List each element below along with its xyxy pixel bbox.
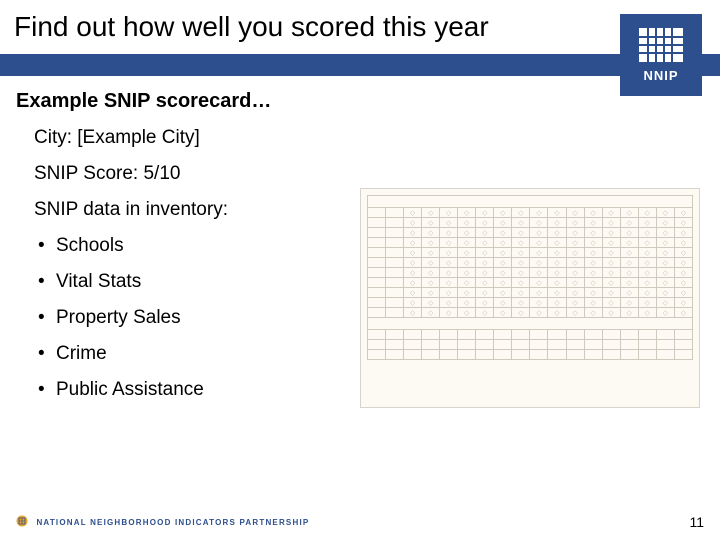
slide-header: Find out how well you scored this year N…	[0, 0, 720, 76]
subheading: Example SNIP scorecard…	[16, 90, 704, 113]
footer-brand-wrap: NATIONAL NEIGHBORHOOD INDICATORS PARTNER…	[16, 512, 309, 530]
footer-brand-text: NATIONAL NEIGHBORHOOD INDICATORS PARTNER…	[36, 518, 309, 527]
slide-title: Find out how well you scored this year	[0, 0, 720, 54]
page-number: 11	[689, 514, 704, 530]
slide-footer: NATIONAL NEIGHBORHOOD INDICATORS PARTNER…	[16, 512, 704, 530]
scorecard-image	[360, 188, 700, 408]
header-rule	[0, 54, 720, 76]
footer-logo-icon	[16, 515, 28, 527]
logo-text: NNIP	[643, 68, 678, 83]
nnip-logo: NNIP	[620, 14, 702, 96]
city-line: City: [Example City]	[34, 127, 704, 149]
logo-grid-icon	[639, 28, 683, 62]
score-line: SNIP Score: 5/10	[34, 163, 704, 185]
